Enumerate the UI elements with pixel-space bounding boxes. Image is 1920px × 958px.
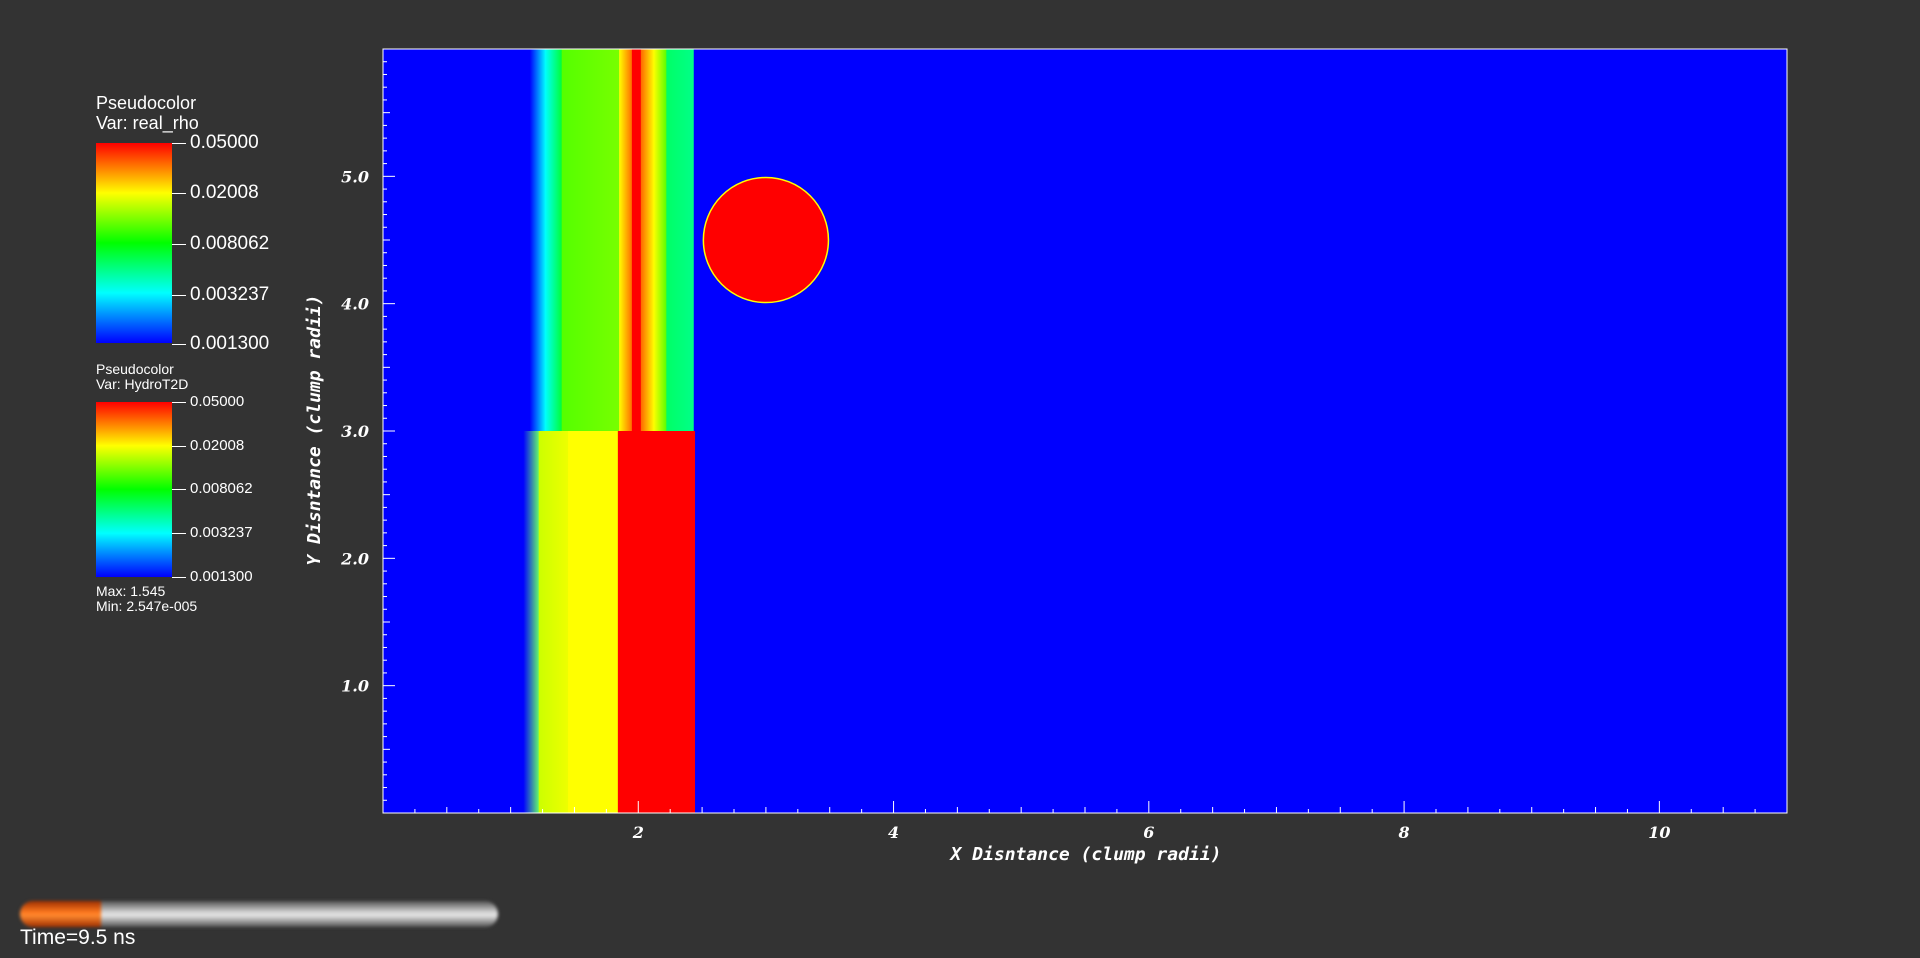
y-tick-label: 5.0: [341, 167, 369, 186]
x-tick-label: 6: [1143, 823, 1154, 842]
upper-band: [545, 49, 563, 431]
x-tick-label: 2: [632, 823, 644, 842]
lower-band: [523, 431, 540, 813]
y-tick-label: 4.0: [341, 295, 369, 314]
y-tick-label: 1.0: [341, 677, 369, 696]
x-tick-label: 4: [888, 823, 899, 842]
upper-band: [619, 49, 633, 431]
plot-field: [383, 49, 1787, 813]
x-tick-label: 10: [1648, 823, 1670, 842]
x-tick-label: 8: [1398, 823, 1410, 842]
clump-circle: [702, 176, 830, 304]
time-slider-fill: [20, 901, 102, 927]
pseudocolor-plot: 2 4 6 8 10 1.0 2.0 3.0 4.0 5.0 X Disntance (clump…: [304, 48, 1788, 865]
upper-band: [529, 49, 546, 431]
y-tick-label: 3.0: [341, 422, 369, 441]
time-slider[interactable]: [20, 901, 498, 927]
upper-band: [653, 49, 667, 431]
upper-band: [561, 49, 620, 431]
x-axis-label: X Disntance (clump radii): [949, 844, 1222, 865]
lower-band: [568, 431, 619, 813]
y-tick-label: 2.0: [340, 549, 369, 568]
upper-band: [631, 49, 642, 431]
upper-band: [666, 49, 694, 431]
lower-band: [617, 431, 696, 813]
time-label: Time=9.5 ns: [20, 926, 136, 949]
lower-band: [538, 431, 569, 813]
upper-band: [640, 49, 655, 431]
y-axis-label: Y Disntance (clump radii): [304, 295, 325, 566]
